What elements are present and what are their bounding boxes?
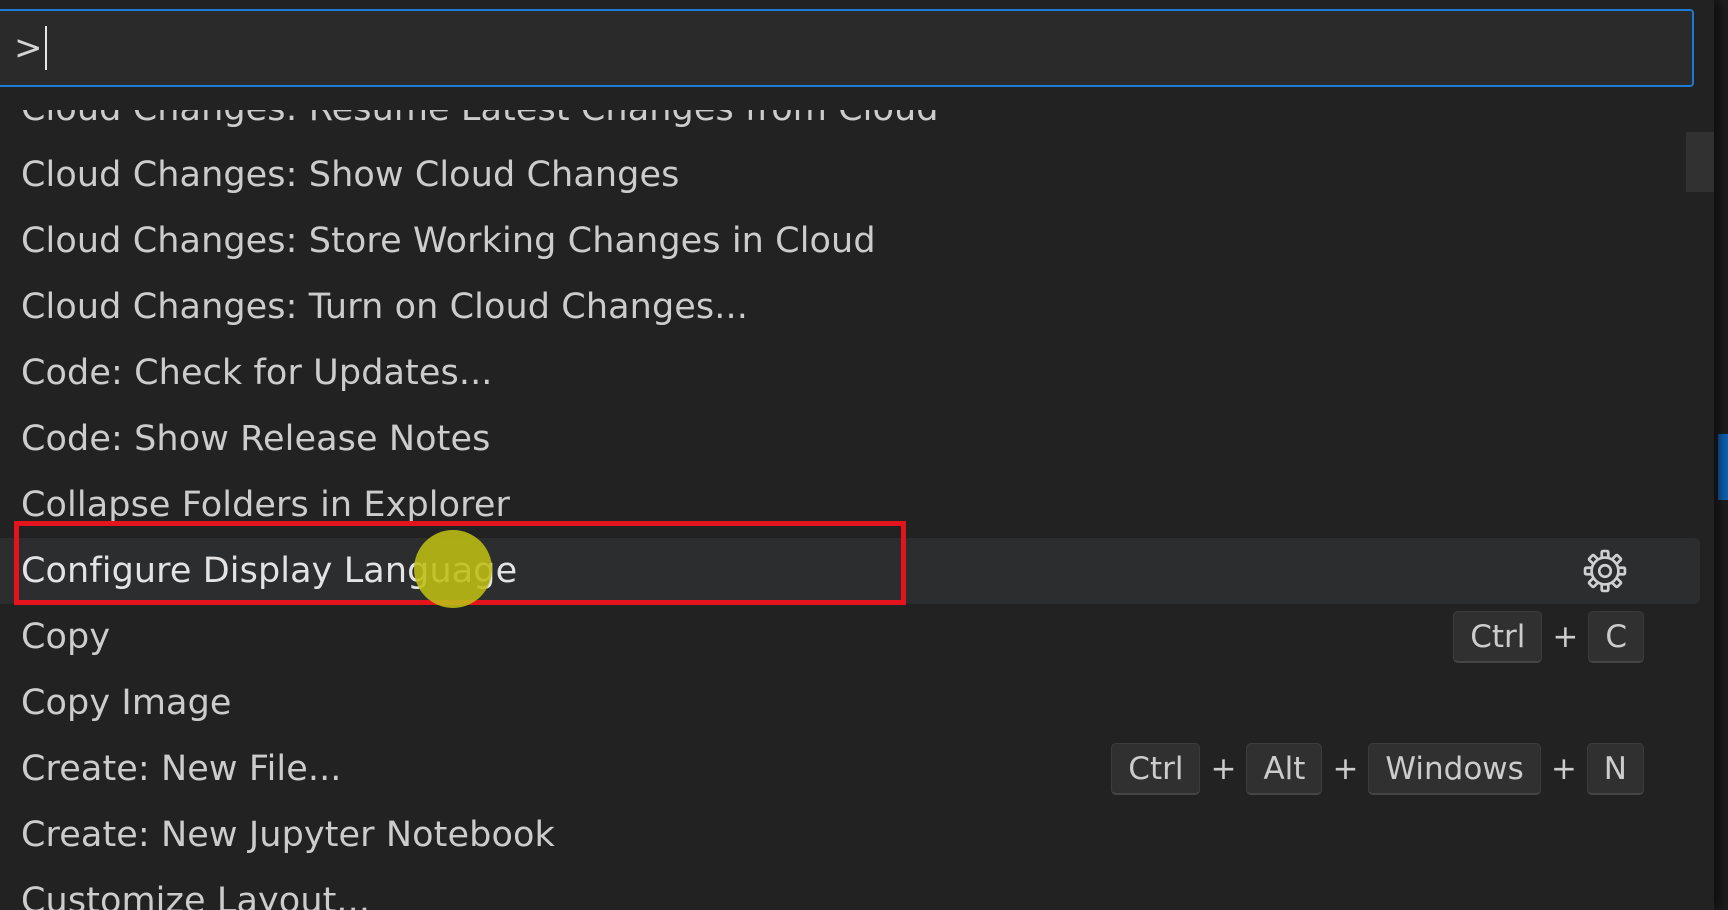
command-item-label: Cloud Changes: Store Working Changes in … [21, 221, 876, 261]
command-item[interactable]: Code: Check for Updates... [0, 340, 1714, 406]
command-list: Cloud Changes: Resume Latest Changes fro… [0, 110, 1714, 910]
command-item[interactable]: Copy Image [0, 670, 1714, 736]
command-item-label: Cloud Changes: Turn on Cloud Changes... [21, 287, 748, 327]
command-palette: > Cloud Changes: Resume Latest Changes f… [0, 0, 1714, 910]
key-separator: + [1550, 751, 1577, 787]
command-item[interactable]: Create: New Jupyter Notebook [0, 802, 1714, 868]
keybinding: Ctrl + Alt + Windows + N [1111, 743, 1644, 795]
command-item[interactable]: Cloud Changes: Store Working Changes in … [0, 208, 1714, 274]
command-item[interactable]: Customize Layout... [0, 868, 1714, 910]
command-item[interactable]: Create: New File... Ctrl + Alt + Windows + N [0, 736, 1714, 802]
editor-accent-marker [1718, 434, 1728, 500]
keybinding: Ctrl + C [1453, 611, 1644, 663]
command-item-label: Code: Check for Updates... [21, 353, 493, 393]
command-item-label: Configure Display Language [21, 551, 518, 591]
key-separator: + [1210, 751, 1237, 787]
command-palette-input[interactable]: > [0, 9, 1694, 87]
key-cap: Windows [1368, 743, 1541, 795]
command-item[interactable]: Collapse Folders in Explorer [0, 472, 1714, 538]
command-item-label: Cloud Changes: Resume Latest Changes fro… [21, 110, 939, 129]
command-item[interactable]: Cloud Changes: Turn on Cloud Changes... [0, 274, 1714, 340]
key-separator: + [1552, 619, 1579, 655]
command-item[interactable]: Copy Ctrl + C [0, 604, 1714, 670]
command-item[interactable]: Cloud Changes: Resume Latest Changes fro… [0, 110, 1714, 142]
command-item[interactable]: Code: Show Release Notes [0, 406, 1714, 472]
key-separator: + [1332, 751, 1359, 787]
command-input-value: > [14, 28, 43, 68]
command-item-label: Create: New File... [21, 749, 342, 789]
command-item-label: Copy [21, 617, 111, 657]
command-item-label: Copy Image [21, 683, 232, 723]
scrollbar-thumb[interactable] [1686, 132, 1714, 192]
gear-icon[interactable] [1582, 548, 1628, 594]
key-cap: N [1586, 743, 1644, 795]
command-item-label: Cloud Changes: Show Cloud Changes [21, 155, 680, 195]
command-item-selected[interactable]: Configure Display Language [0, 538, 1700, 604]
command-item[interactable]: Cloud Changes: Show Cloud Changes [0, 142, 1714, 208]
command-item-label: Customize Layout... [21, 881, 371, 910]
screen: > Cloud Changes: Resume Latest Changes f… [0, 0, 1728, 910]
command-item-label: Create: New Jupyter Notebook [21, 815, 555, 855]
key-cap: C [1588, 611, 1644, 663]
key-cap: Alt [1246, 743, 1323, 795]
key-cap: Ctrl [1111, 743, 1201, 795]
text-caret [44, 26, 47, 70]
key-cap: Ctrl [1453, 611, 1543, 663]
command-item-label: Collapse Folders in Explorer [21, 485, 510, 525]
command-item-label: Code: Show Release Notes [21, 419, 491, 459]
